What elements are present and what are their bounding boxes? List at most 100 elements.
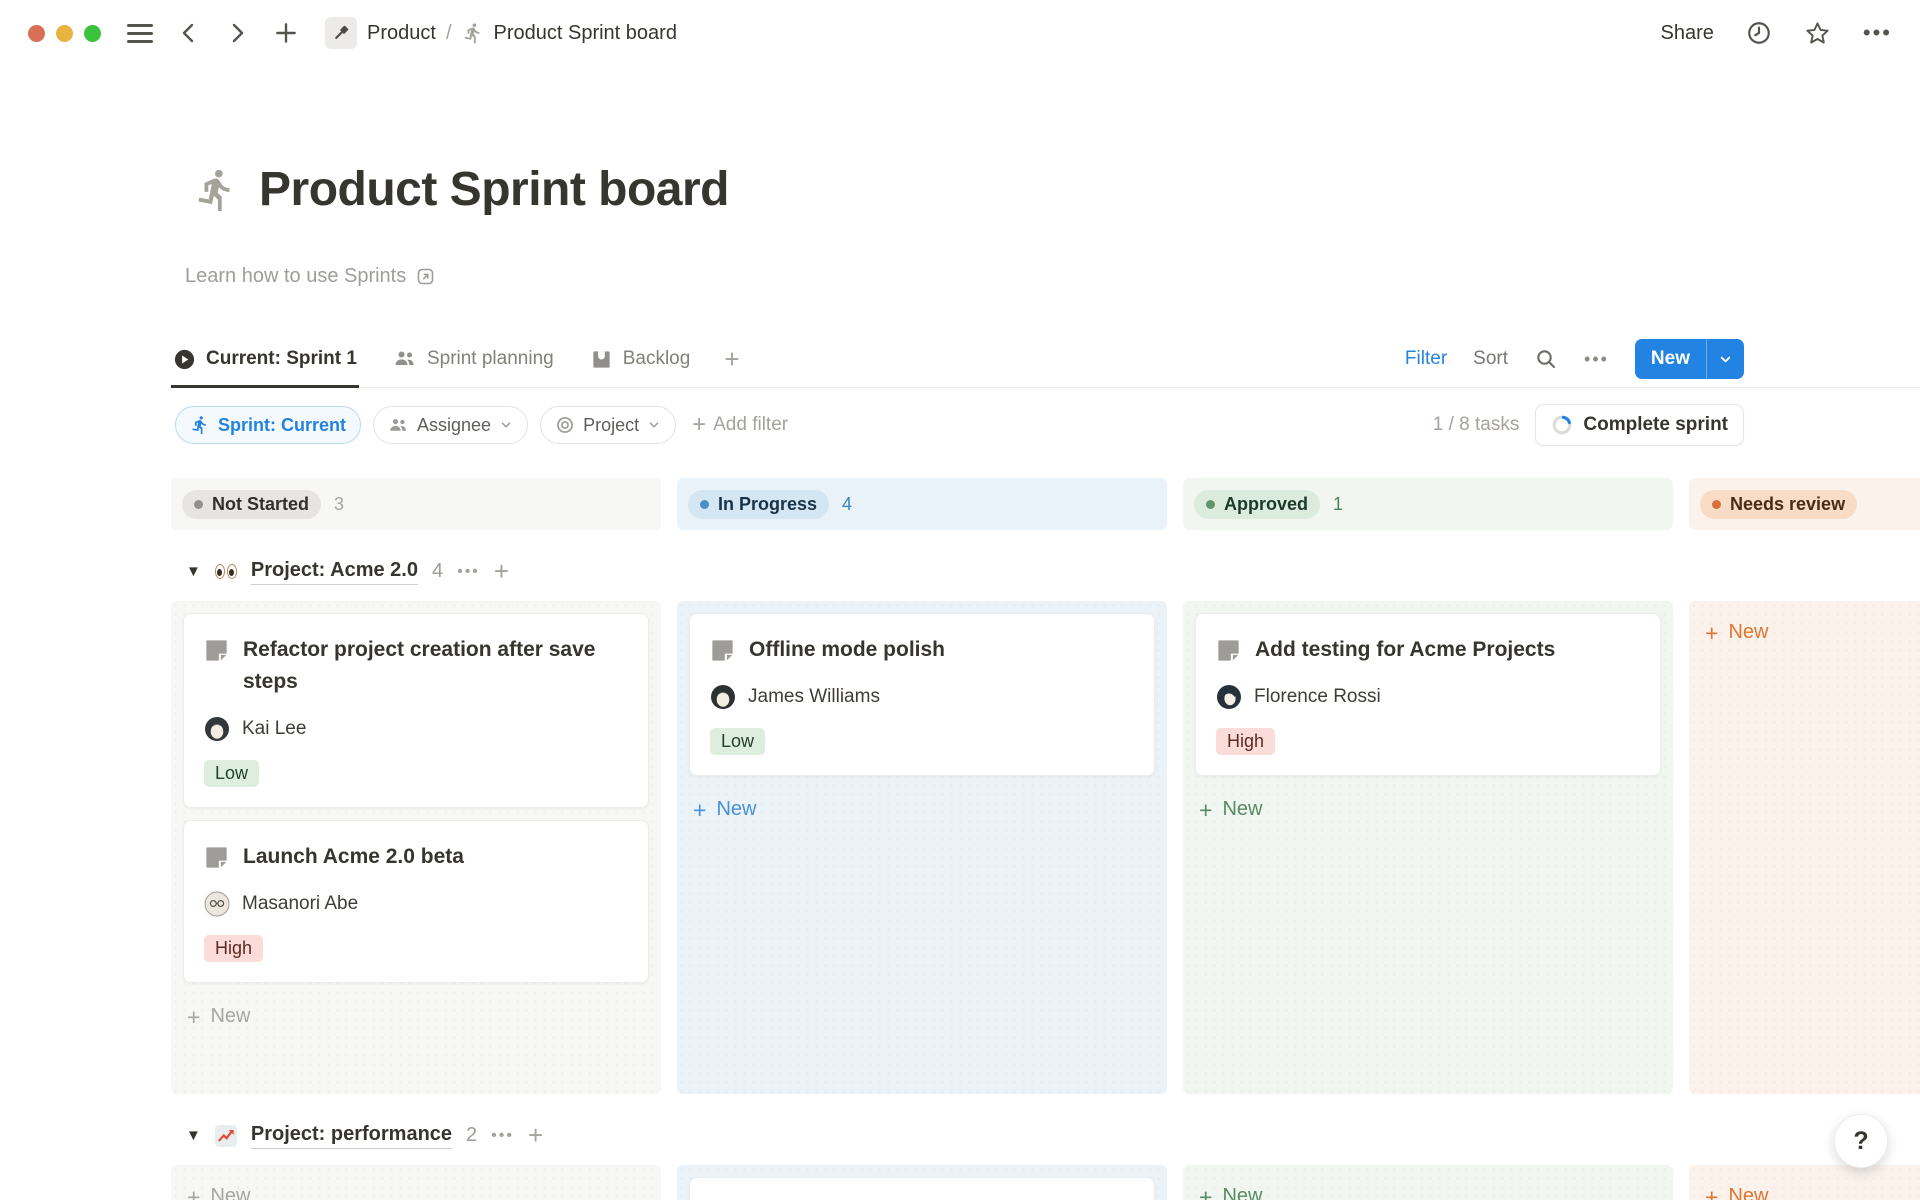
- assignee-name: James Williams: [748, 686, 880, 708]
- add-filter-button[interactable]: + Add filter: [692, 411, 788, 439]
- plus-icon: +: [187, 1007, 200, 1027]
- plus-icon: +: [693, 800, 706, 820]
- minimize-window-button[interactable]: [56, 25, 73, 42]
- avatar: [204, 891, 230, 917]
- share-button[interactable]: Share: [1661, 22, 1714, 45]
- plus-icon: +: [1705, 1187, 1718, 1200]
- status-label: Approved: [1224, 494, 1308, 515]
- chevron-down-icon: [499, 418, 513, 432]
- close-window-button[interactable]: [28, 25, 45, 42]
- breadcrumb-root[interactable]: Product: [367, 22, 436, 45]
- add-view-icon[interactable]: +: [724, 344, 739, 375]
- breadcrumb-current[interactable]: Product Sprint board: [494, 22, 677, 45]
- new-card-button[interactable]: + New: [183, 1177, 649, 1200]
- teamspace-hammer-icon[interactable]: [325, 17, 357, 49]
- assignee-filter-pill[interactable]: Assignee: [373, 406, 528, 444]
- group-header-performance: ▼ Project: performance 2 ••• +: [186, 1120, 1920, 1151]
- sprint-filter-pill[interactable]: Sprint: Current: [175, 406, 361, 444]
- complete-sprint-button[interactable]: Complete sprint: [1535, 404, 1744, 446]
- new-card-button[interactable]: + New: [183, 997, 649, 1036]
- task-card[interactable]: Offline mode polish James Williams Low: [689, 613, 1155, 776]
- column-body-approved: Add testing for Acme Projects Florence R…: [1183, 601, 1673, 1094]
- group-add-icon[interactable]: +: [494, 556, 509, 587]
- plus-icon: +: [187, 1187, 200, 1200]
- task-card[interactable]: Schedule bug bash: [689, 1177, 1155, 1200]
- new-card-button[interactable]: + New: [1195, 790, 1661, 829]
- column-body-approved: + New: [1183, 1165, 1673, 1200]
- more-options-icon[interactable]: •••: [1863, 20, 1892, 46]
- tab-sprint-planning[interactable]: Sprint planning: [391, 330, 556, 388]
- group-more-icon[interactable]: •••: [457, 563, 480, 581]
- zoom-window-button[interactable]: [84, 25, 101, 42]
- back-icon[interactable]: [177, 21, 201, 45]
- filter-button[interactable]: Filter: [1405, 348, 1447, 370]
- status-dot: [1206, 500, 1215, 509]
- status-pill-needs-review[interactable]: Needs review: [1700, 490, 1857, 519]
- group-more-icon[interactable]: •••: [491, 1127, 514, 1145]
- page-title-runner-icon: [193, 167, 239, 213]
- external-link-icon: [415, 266, 436, 287]
- column-header-approved: Approved 1: [1183, 478, 1673, 530]
- new-task-button[interactable]: New: [1635, 339, 1744, 379]
- page-icon: [204, 638, 229, 663]
- sidebar-toggle-icon[interactable]: [127, 24, 153, 43]
- group-title[interactable]: Project: performance: [251, 1123, 452, 1149]
- tab-backlog[interactable]: Backlog: [588, 330, 693, 388]
- status-pill-in-progress[interactable]: In Progress: [688, 490, 829, 519]
- group-header-acme: ▼ Project: Acme 2.0 4 ••• +: [186, 556, 1920, 587]
- tasks-count: 1 / 8 tasks: [1433, 414, 1520, 436]
- column-count: 3: [334, 494, 344, 515]
- new-card-button[interactable]: + New: [1195, 1177, 1661, 1200]
- new-card-label: New: [1728, 621, 1768, 644]
- assignee-name: Kai Lee: [242, 718, 306, 740]
- status-pill-not-started[interactable]: Not Started: [182, 490, 321, 519]
- card-title: Offline mode polish: [749, 634, 945, 666]
- new-dropdown-chevron-icon[interactable]: [1707, 352, 1744, 367]
- new-card-button[interactable]: + New: [1701, 1177, 1920, 1200]
- sort-button[interactable]: Sort: [1473, 348, 1508, 370]
- column-header-in-progress: In Progress 4: [677, 478, 1167, 530]
- tab-current-sprint[interactable]: Current: Sprint 1: [171, 330, 359, 388]
- project-filter-pill[interactable]: Project: [540, 406, 676, 444]
- search-icon[interactable]: [1534, 347, 1558, 371]
- forward-icon[interactable]: [225, 21, 249, 45]
- card-title: Refactor project creation after save ste…: [243, 634, 628, 698]
- group-count: 4: [432, 560, 443, 583]
- card-title: Launch Acme 2.0 beta: [243, 841, 464, 873]
- help-button[interactable]: ?: [1834, 1114, 1888, 1168]
- column-body-not-started: + New: [171, 1165, 661, 1200]
- status-dot: [194, 500, 203, 509]
- new-card-label: New: [210, 1185, 250, 1200]
- tab-label: Backlog: [623, 348, 691, 370]
- project-filter-label: Project: [583, 415, 639, 436]
- complete-sprint-label: Complete sprint: [1583, 414, 1728, 436]
- avatar: [1216, 684, 1242, 710]
- group-add-icon[interactable]: +: [528, 1120, 543, 1151]
- kanban-board: Not Started 3 In Progress 4 Approved 1 N…: [171, 478, 1920, 1200]
- collapse-triangle-icon[interactable]: ▼: [186, 1127, 201, 1144]
- new-card-button[interactable]: + New: [1701, 613, 1920, 652]
- task-card[interactable]: Launch Acme 2.0 beta Masanori Abe High: [183, 820, 649, 983]
- tab-label: Sprint planning: [427, 348, 554, 370]
- plus-icon: +: [692, 411, 706, 439]
- status-dot: [1712, 500, 1721, 509]
- status-pill-approved[interactable]: Approved: [1194, 490, 1320, 519]
- favorite-star-icon[interactable]: [1804, 20, 1831, 47]
- history-clock-icon[interactable]: [1746, 20, 1772, 46]
- learn-sprints-link[interactable]: Learn how to use Sprints: [185, 265, 1920, 288]
- task-card[interactable]: Add testing for Acme Projects Florence R…: [1195, 613, 1661, 776]
- collapse-triangle-icon[interactable]: ▼: [186, 563, 201, 580]
- task-card[interactable]: Refactor project creation after save ste…: [183, 613, 649, 808]
- priority-badge: High: [1216, 728, 1275, 755]
- add-filter-label: Add filter: [713, 414, 788, 436]
- column-body-in-progress: Schedule bug bash: [677, 1165, 1167, 1200]
- new-card-button[interactable]: + New: [689, 790, 1155, 829]
- view-options-icon[interactable]: •••: [1584, 349, 1609, 370]
- assignee-name: Masanori Abe: [242, 893, 358, 915]
- group-title[interactable]: Project: Acme 2.0: [251, 559, 418, 585]
- learn-sprints-label: Learn how to use Sprints: [185, 265, 406, 288]
- avatar: [710, 684, 736, 710]
- sprint-filter-label: Sprint: Current: [218, 415, 346, 436]
- plus-icon: +: [1199, 800, 1212, 820]
- new-page-icon[interactable]: [273, 20, 299, 46]
